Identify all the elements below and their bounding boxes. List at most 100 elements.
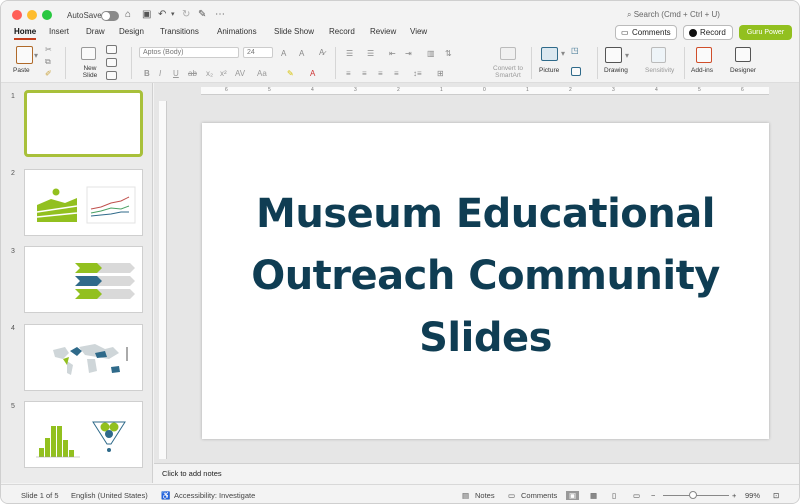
- paste-dropdown-icon[interactable]: ▾: [34, 51, 38, 60]
- align-center-icon[interactable]: ≡: [362, 69, 367, 78]
- clear-formatting-icon[interactable]: A̷: [319, 48, 324, 57]
- record-button[interactable]: Record: [683, 25, 733, 40]
- tab-transitions[interactable]: Transitions: [160, 27, 199, 36]
- save-icon[interactable]: ▣: [142, 9, 151, 21]
- increase-indent-icon[interactable]: ⇥: [405, 49, 412, 58]
- redo-icon[interactable]: ↻: [182, 9, 190, 21]
- text-direction-icon[interactable]: ⇅: [445, 49, 452, 58]
- underline-icon[interactable]: U: [173, 69, 179, 78]
- minimize-window-button[interactable]: [27, 10, 37, 20]
- numbering-icon[interactable]: ☰: [367, 49, 374, 58]
- copy-icon[interactable]: ⧉: [45, 57, 51, 67]
- thumbnail-slide-1[interactable]: [24, 90, 143, 157]
- shapes-icon[interactable]: ◳: [571, 46, 579, 55]
- tab-view[interactable]: View: [410, 27, 427, 36]
- fit-to-window-icon[interactable]: ⊡: [773, 491, 779, 500]
- drawing-dropdown-icon[interactable]: ▾: [625, 51, 629, 60]
- thumbnail-slide-2[interactable]: [24, 169, 143, 236]
- comments-button[interactable]: ▭ Comments: [615, 25, 677, 40]
- tab-home[interactable]: Home: [14, 27, 36, 36]
- reset-slide-icon[interactable]: [106, 58, 117, 67]
- zoom-slider-handle[interactable]: [689, 491, 697, 499]
- bullets-icon[interactable]: ☰: [346, 49, 353, 58]
- customize-format-icon[interactable]: ✎: [198, 9, 206, 21]
- notes-toggle[interactable]: Notes: [475, 491, 495, 500]
- font-color-icon[interactable]: A: [310, 69, 315, 78]
- strikethrough-icon[interactable]: ab: [188, 69, 197, 78]
- font-size-select[interactable]: 24: [243, 47, 273, 58]
- close-window-button[interactable]: [12, 10, 22, 20]
- addins-icon[interactable]: [696, 47, 712, 63]
- more-options-icon[interactable]: ⋯: [215, 9, 225, 21]
- sensitivity-icon[interactable]: [651, 47, 666, 63]
- align-left-icon[interactable]: ≡: [346, 69, 351, 78]
- picture-dropdown-icon[interactable]: ▾: [561, 49, 565, 58]
- thumbnail-slide-4[interactable]: [24, 324, 143, 391]
- tab-animations[interactable]: Animations: [217, 27, 257, 36]
- thumbnail-slide-3[interactable]: [24, 246, 143, 313]
- textbox-icon[interactable]: [571, 67, 581, 76]
- character-spacing-icon[interactable]: AV: [235, 69, 245, 78]
- italic-icon[interactable]: I: [159, 69, 161, 78]
- designer-icon[interactable]: [735, 47, 751, 62]
- slide-sorter-icon[interactable]: ▦: [590, 491, 597, 500]
- cut-icon[interactable]: ✂: [45, 45, 52, 54]
- justify-icon[interactable]: ≡: [394, 69, 399, 78]
- line-spacing-icon[interactable]: ↕≡: [413, 69, 422, 78]
- increase-font-icon[interactable]: A: [281, 49, 286, 58]
- align-right-icon[interactable]: ≡: [378, 69, 383, 78]
- font-name-select[interactable]: Aptos (Body): [139, 47, 239, 58]
- accessibility-status[interactable]: Accessibility: Investigate: [174, 491, 255, 500]
- thumbnail-number: 5: [11, 403, 15, 410]
- zoom-in-icon[interactable]: +: [732, 491, 736, 500]
- notes-pane[interactable]: Click to add notes: [154, 463, 799, 483]
- guru-power-button[interactable]: Guru Power: [739, 25, 792, 40]
- columns-icon[interactable]: ▥: [427, 49, 435, 58]
- tab-record[interactable]: Record: [329, 27, 355, 36]
- tab-slide-show[interactable]: Slide Show: [274, 27, 314, 36]
- autosave-toggle[interactable]: [101, 11, 119, 21]
- new-slide-icon[interactable]: [81, 47, 96, 60]
- home-icon[interactable]: ⌂: [125, 9, 131, 21]
- slideshow-view-icon[interactable]: ▭: [633, 491, 640, 500]
- tab-insert[interactable]: Insert: [49, 27, 69, 36]
- language-indicator[interactable]: English (United States): [71, 491, 148, 500]
- horizontal-ruler[interactable]: 6 5 4 3 2 1 0 1 2 3 4 5 6: [201, 87, 769, 95]
- slide-title[interactable]: Museum Educational Outreach Community Sl…: [202, 183, 769, 369]
- zoom-out-icon[interactable]: −: [651, 491, 655, 500]
- smartart-icon[interactable]: [500, 47, 516, 60]
- paste-icon[interactable]: [16, 46, 33, 64]
- zoom-level[interactable]: 99%: [745, 491, 760, 500]
- highlight-icon[interactable]: ✎: [287, 69, 294, 78]
- tab-draw[interactable]: Draw: [86, 27, 105, 36]
- subscript-icon[interactable]: x₂: [206, 69, 213, 78]
- slide-canvas[interactable]: Museum Educational Outreach Community Sl…: [202, 123, 769, 439]
- undo-dropdown-icon[interactable]: ▾: [171, 9, 175, 21]
- vertical-ruler[interactable]: [159, 101, 167, 459]
- section-icon[interactable]: [106, 71, 117, 80]
- comments-toggle[interactable]: Comments: [521, 491, 557, 500]
- drawing-icon[interactable]: [605, 47, 622, 63]
- reading-view-icon[interactable]: ▯: [612, 491, 616, 500]
- format-painter-icon[interactable]: ✐: [45, 69, 52, 78]
- tab-review[interactable]: Review: [370, 27, 396, 36]
- bold-icon[interactable]: B: [144, 69, 150, 78]
- decrease-font-icon[interactable]: A: [299, 49, 304, 58]
- powerpoint-window: AutoSave ⌂ ▣ ↶ ▾ ↻ ✎ ⋯ ⌕ Search (Cmd + C…: [0, 0, 800, 504]
- superscript-icon[interactable]: x²: [220, 69, 227, 78]
- undo-icon[interactable]: ↶: [158, 9, 166, 21]
- maximize-window-button[interactable]: [42, 10, 52, 20]
- align-text-icon[interactable]: ⊞: [437, 69, 444, 78]
- record-icon: [689, 29, 697, 37]
- decrease-indent-icon[interactable]: ⇤: [389, 49, 396, 58]
- tab-design[interactable]: Design: [119, 27, 144, 36]
- thumbnail-slide-5[interactable]: [24, 401, 143, 468]
- slide-2-preview: [36, 186, 136, 224]
- picture-icon[interactable]: [541, 47, 558, 61]
- thumbnail-number: 2: [11, 170, 15, 177]
- search-field[interactable]: ⌕ Search (Cmd + Ctrl + U): [627, 10, 720, 20]
- layout-icon[interactable]: [106, 45, 117, 54]
- change-case-icon[interactable]: Aa: [257, 69, 267, 78]
- ruler-tick-label: 3: [612, 87, 615, 93]
- normal-view-icon[interactable]: ▣: [566, 491, 580, 500]
